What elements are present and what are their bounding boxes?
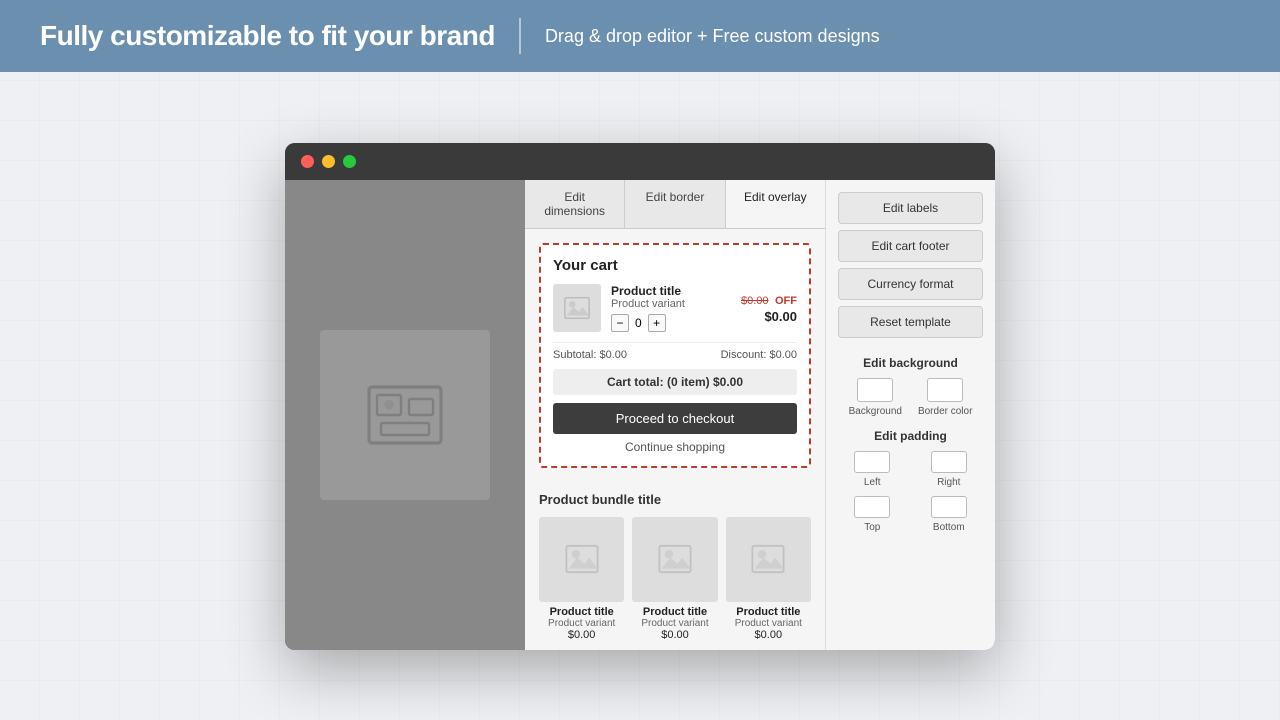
subtotal-val: $0.00: [599, 349, 627, 361]
mac-titlebar: [285, 143, 995, 180]
cart-panel: Your cart: [525, 229, 825, 492]
padding-section-title: Edit padding: [838, 429, 983, 443]
mac-maximize-btn[interactable]: [343, 155, 356, 168]
border-color-swatch[interactable]: [927, 378, 963, 402]
padding-bottom: Bottom: [915, 496, 984, 533]
bundle-title: Product bundle title: [539, 492, 811, 507]
border-color-swatch-group: Border color: [918, 378, 972, 417]
bundle-products: Product title Product variant $0.00: [539, 517, 811, 641]
bundle-product-1: Product title Product variant $0.00: [539, 517, 624, 641]
padding-left-input[interactable]: [854, 451, 890, 473]
cart-title: Your cart: [553, 257, 797, 274]
product-title-text: Product title: [611, 284, 731, 298]
bundle-p2-title: Product title: [632, 606, 717, 618]
padding-grid: Left Right Top Bottom: [838, 451, 983, 533]
banner-subtitle: Drag & drop editor + Free custom designs: [545, 26, 880, 47]
tab-overlay[interactable]: Edit overlay: [726, 180, 825, 228]
cart-item: Product title Product variant − 0 +: [553, 284, 797, 332]
top-banner: Fully customizable to fit your brand Dra…: [0, 0, 1280, 72]
product-info: Product title Product variant − 0 +: [611, 284, 731, 332]
price-strikethrough: $0.00: [741, 295, 769, 307]
padding-left: Left: [838, 451, 907, 488]
subtotal-label: Subtotal: $0.00: [553, 349, 627, 361]
padding-top: Top: [838, 496, 907, 533]
currency-format-button[interactable]: Currency format: [838, 268, 983, 300]
page-background: Edit dimensions Edit border Edit overlay…: [0, 72, 1280, 720]
mac-close-btn[interactable]: [301, 155, 314, 168]
background-color-label: Background: [849, 406, 902, 417]
padding-top-label: Top: [864, 522, 880, 533]
bundle-section: Product bundle title: [525, 492, 825, 650]
window-content: Edit dimensions Edit border Edit overlay…: [285, 180, 995, 650]
bundle-thumb-3: [726, 517, 811, 602]
bundle-p3-variant: Product variant: [726, 618, 811, 629]
bundle-thumb-2: [632, 517, 717, 602]
bundle-product-3: Product title Product variant $0.00: [726, 517, 811, 641]
bundle-thumb-1: [539, 517, 624, 602]
product-variant-text: Product variant: [611, 298, 731, 310]
discount-label: Discount: $0.00: [721, 349, 797, 361]
bundle-product-2: Product title Product variant $0.00: [632, 517, 717, 641]
tab-border[interactable]: Edit border: [625, 180, 725, 228]
reset-template-button[interactable]: Reset template: [838, 306, 983, 338]
edit-labels-button[interactable]: Edit labels: [838, 192, 983, 224]
editor-scroll[interactable]: Your cart: [525, 229, 825, 650]
cart-total-line: Cart total: (0 item) $0.00: [553, 369, 797, 395]
editor-area: Edit dimensions Edit border Edit overlay…: [525, 180, 825, 650]
product-thumbnail: [553, 284, 601, 332]
bundle-p1-title: Product title: [539, 606, 624, 618]
left-sidebar: [285, 180, 525, 650]
qty-decrement[interactable]: −: [611, 314, 629, 332]
bundle-p2-price: $0.00: [632, 629, 717, 641]
edit-cart-footer-button[interactable]: Edit cart footer: [838, 230, 983, 262]
padding-top-input[interactable]: [854, 496, 890, 518]
cart-totals: Subtotal: $0.00 Discount: $0.00: [553, 342, 797, 361]
background-color-swatch[interactable]: [857, 378, 893, 402]
padding-right: Right: [915, 451, 984, 488]
background-color-row: Background Border color: [838, 378, 983, 417]
background-swatch-group: Background: [849, 378, 902, 417]
bundle-p3-price: $0.00: [726, 629, 811, 641]
padding-bottom-label: Bottom: [933, 522, 965, 533]
bundle-p1-variant: Product variant: [539, 618, 624, 629]
tab-dimensions[interactable]: Edit dimensions: [525, 180, 625, 228]
product-price-row: $0.00 OFF $0.00: [741, 291, 797, 324]
padding-bottom-input[interactable]: [931, 496, 967, 518]
cart-total-val: $0.00: [713, 375, 743, 389]
padding-left-label: Left: [864, 477, 881, 488]
placeholder-image: [320, 330, 490, 500]
qty-increment[interactable]: +: [648, 314, 666, 332]
banner-divider: [519, 18, 521, 54]
padding-right-input[interactable]: [931, 451, 967, 473]
price-current: $0.00: [741, 309, 797, 324]
background-section-title: Edit background: [838, 356, 983, 370]
bundle-p2-variant: Product variant: [632, 618, 717, 629]
border-color-label: Border color: [918, 406, 972, 417]
right-panel: Edit labels Edit cart footer Currency fo…: [825, 180, 995, 650]
mac-minimize-btn[interactable]: [322, 155, 335, 168]
continue-shopping-link[interactable]: Continue shopping: [553, 440, 797, 454]
bundle-p1-price: $0.00: [539, 629, 624, 641]
checkout-button[interactable]: Proceed to checkout: [553, 403, 797, 434]
mac-window: Edit dimensions Edit border Edit overlay…: [285, 143, 995, 650]
cart-dashed-border: Your cart: [539, 243, 811, 468]
qty-value: 0: [635, 316, 642, 330]
quantity-control: − 0 +: [611, 314, 731, 332]
banner-title: Fully customizable to fit your brand: [40, 20, 495, 52]
price-off-label: OFF: [775, 295, 797, 307]
padding-right-label: Right: [937, 477, 960, 488]
bundle-p3-title: Product title: [726, 606, 811, 618]
tab-bar: Edit dimensions Edit border Edit overlay: [525, 180, 825, 229]
